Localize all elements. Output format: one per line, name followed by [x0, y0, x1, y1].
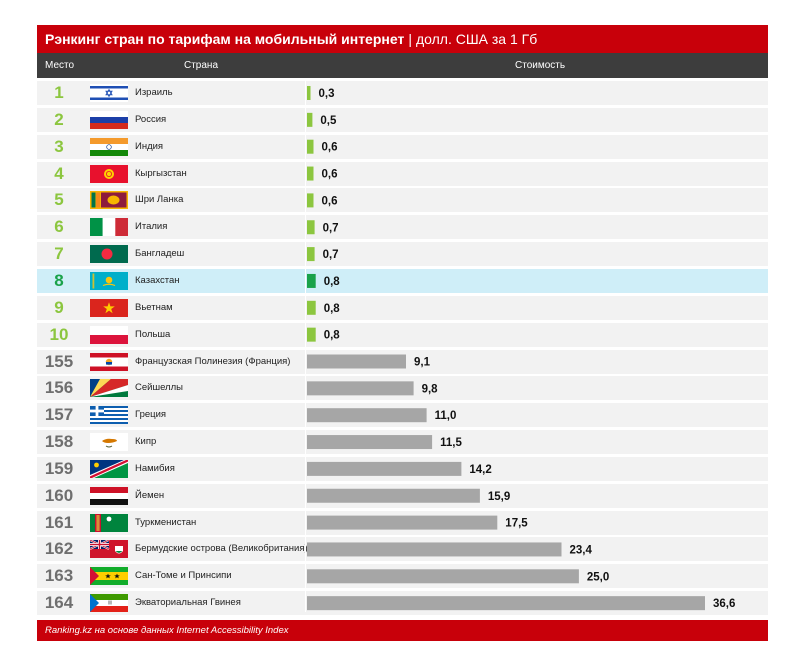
namibia-flag	[90, 459, 128, 478]
rank-number: 6	[54, 217, 64, 237]
table-row: 4 Кыргызстан	[37, 161, 768, 186]
country-name: Йемен	[135, 489, 165, 501]
russia-flag	[90, 110, 128, 129]
bangladesh-flag	[90, 245, 128, 264]
table-row: 157 Греция	[37, 403, 768, 428]
israel-flag	[90, 84, 128, 102]
rank-number: 160	[44, 485, 74, 505]
country-name: Казахстан	[135, 274, 180, 286]
table-header: Место Страна Стоимость	[37, 53, 768, 78]
country-name: Россия	[135, 113, 167, 125]
country-name: Шри Ланка	[135, 194, 184, 206]
rank-number: 158	[44, 432, 74, 452]
chart-frame: Рэнкинг стран по тарифам на мобильный ин…	[37, 25, 768, 641]
rank-number: 10	[49, 324, 69, 344]
country-name: Польша	[135, 328, 171, 340]
country-name: Индия	[135, 140, 164, 152]
table-row: 159 Намибия	[37, 456, 768, 481]
kazakhstan-flag	[90, 271, 128, 290]
country-name: Израиль	[135, 87, 173, 98]
table-row: 3 Индия	[37, 134, 768, 159]
source-footer: Ranking.kz на основе данных Internet Acc…	[37, 620, 768, 641]
rank-number: 157	[44, 405, 74, 425]
table-row: 7 Бангладеш	[37, 242, 768, 267]
chart-subtitle: долл. США за 1 Гб	[415, 31, 538, 47]
french-polynesia-flag	[90, 352, 128, 371]
table-row: 9 Вьетнам	[37, 295, 768, 320]
chart-title: Рэнкинг стран по тарифам на мобильный ин…	[37, 25, 768, 53]
rank-number: 2	[54, 109, 64, 129]
rank-number: 161	[44, 512, 74, 532]
country-name: Сан-Томе и Принсипи	[135, 570, 232, 582]
chart-title-separator: |	[408, 31, 412, 47]
rank-number: 155	[44, 351, 74, 371]
rank-number: 7	[54, 244, 64, 264]
country-name: Экваториальная Гвинея	[135, 597, 241, 609]
rank-number: 164	[44, 593, 74, 613]
greece-flag	[90, 406, 128, 425]
country-name: Кипр	[135, 436, 157, 448]
rank-number: 4	[54, 163, 64, 183]
rank-number: 5	[54, 190, 64, 210]
rank-number: 1	[54, 83, 64, 102]
yemen-flag	[90, 486, 128, 505]
table-row: 158 Кипр	[37, 430, 768, 455]
rank-number: 8	[54, 270, 64, 290]
rank-number: 162	[44, 539, 74, 559]
poland-flag	[90, 325, 128, 344]
rank-number: 156	[44, 378, 74, 398]
table-row: 8 Казахстан	[37, 268, 768, 293]
country-name: Намибия	[135, 462, 175, 474]
cyprus-flag	[90, 433, 128, 452]
table-row: 1 Израиль	[37, 81, 768, 105]
table-row: 156 Сейшеллы	[37, 376, 768, 401]
table-row: 155 Французская Полинезия (Франция)	[37, 349, 768, 374]
table-row: 163 Сан-Томе и Принсипи	[37, 564, 768, 589]
rank-number: 3	[54, 136, 64, 156]
table-row: 5 Шри Ланка	[37, 188, 768, 213]
header-cost: Стоимость	[515, 60, 566, 71]
country-name: Бангладеш	[135, 248, 185, 260]
turkmenistan-flag	[90, 513, 128, 532]
vietnam-flag	[90, 298, 128, 317]
table-row: 160 Йемен	[37, 483, 768, 508]
country-name: Кыргызстан	[135, 167, 187, 179]
header-rank: Место	[45, 60, 75, 71]
table-row: 10 Польша	[37, 322, 768, 347]
country-name: Греция	[135, 409, 167, 421]
table-row: 161 Туркменистан	[37, 510, 768, 535]
table-row: 6 Италия	[37, 215, 768, 240]
rank-number: 163	[44, 566, 74, 586]
equatorial-guinea-flag	[90, 594, 128, 613]
table-row: 164 Экваториальная Гвинея	[37, 591, 768, 616]
country-name: Бермудские острова (Великобритания)	[135, 543, 308, 555]
country-name: Италия	[135, 221, 168, 233]
country-name: Туркменистан	[135, 516, 197, 528]
india-flag	[90, 137, 128, 156]
bermuda-flag	[90, 540, 128, 559]
header-country: Страна	[184, 60, 219, 71]
kyrgyzstan-flag	[90, 164, 128, 183]
country-name: Сейшеллы	[135, 382, 183, 394]
table-row: 2 Россия	[37, 107, 768, 132]
country-name: Французская Полинезия (Франция)	[135, 355, 291, 367]
rank-number: 9	[54, 297, 64, 317]
sri-lanka-flag	[90, 191, 128, 210]
column-divider	[305, 81, 306, 612]
chart-title-main: Рэнкинг стран по тарифам на мобильный ин…	[45, 31, 405, 47]
italy-flag	[90, 218, 128, 237]
rank-number: 159	[44, 458, 74, 478]
country-name: Вьетнам	[135, 301, 173, 313]
table-row: 162 Бермудские острова (Великобритания)	[37, 537, 768, 562]
seychelles-flag	[90, 379, 128, 398]
sao-tome-flag	[90, 567, 128, 586]
